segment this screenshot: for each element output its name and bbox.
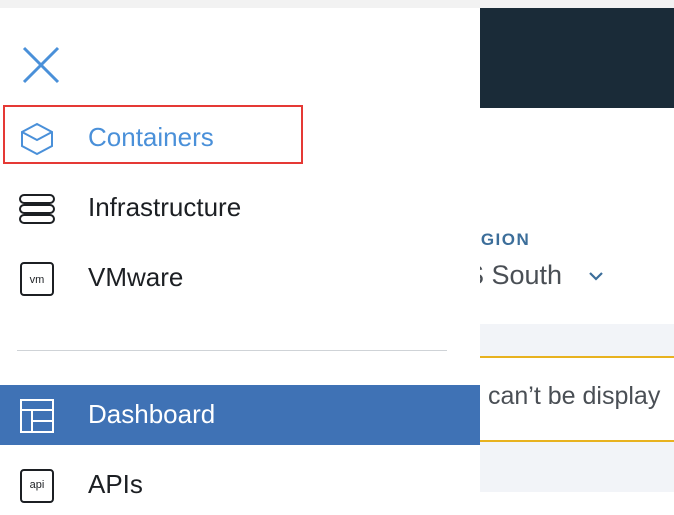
svg-text:vm: vm [30, 274, 45, 286]
close-icon[interactable] [18, 42, 64, 88]
nav-label-infrastructure: Infrastructure [88, 192, 242, 222]
dashboard-icon [20, 399, 54, 433]
nav-label-vmware: VMware [88, 262, 184, 292]
nav-label-apis: APIs [88, 469, 143, 499]
nav-item-infrastructure[interactable]: Infrastructure [0, 178, 480, 238]
chevron-down-icon[interactable] [588, 270, 604, 282]
containers-icon [21, 122, 53, 156]
nav-item-vmware[interactable]: vm VMware [0, 248, 480, 308]
region-value[interactable]: S South [480, 260, 562, 291]
region-label: EGION [480, 230, 531, 249]
divider [17, 350, 447, 351]
nav-label-containers: Containers [88, 122, 214, 152]
nav-drawer: Containers Infrastructure vm VMware Dash… [0, 8, 480, 503]
notice-text: can’t be display [488, 382, 661, 410]
nav-item-dashboard[interactable]: Dashboard [0, 385, 480, 445]
svg-text:api: api [30, 479, 45, 491]
nav-item-apis[interactable]: api APIs [0, 455, 480, 515]
background-app: EGION S South can’t be display [480, 8, 674, 492]
nav-label-dashboard: Dashboard [88, 399, 216, 429]
apis-icon: api [20, 469, 54, 503]
warning-notice: can’t be display [480, 356, 674, 442]
infrastructure-icon [19, 194, 55, 224]
vmware-icon: vm [20, 262, 54, 296]
nav-item-containers[interactable]: Containers [0, 108, 480, 168]
app-header [480, 8, 674, 108]
